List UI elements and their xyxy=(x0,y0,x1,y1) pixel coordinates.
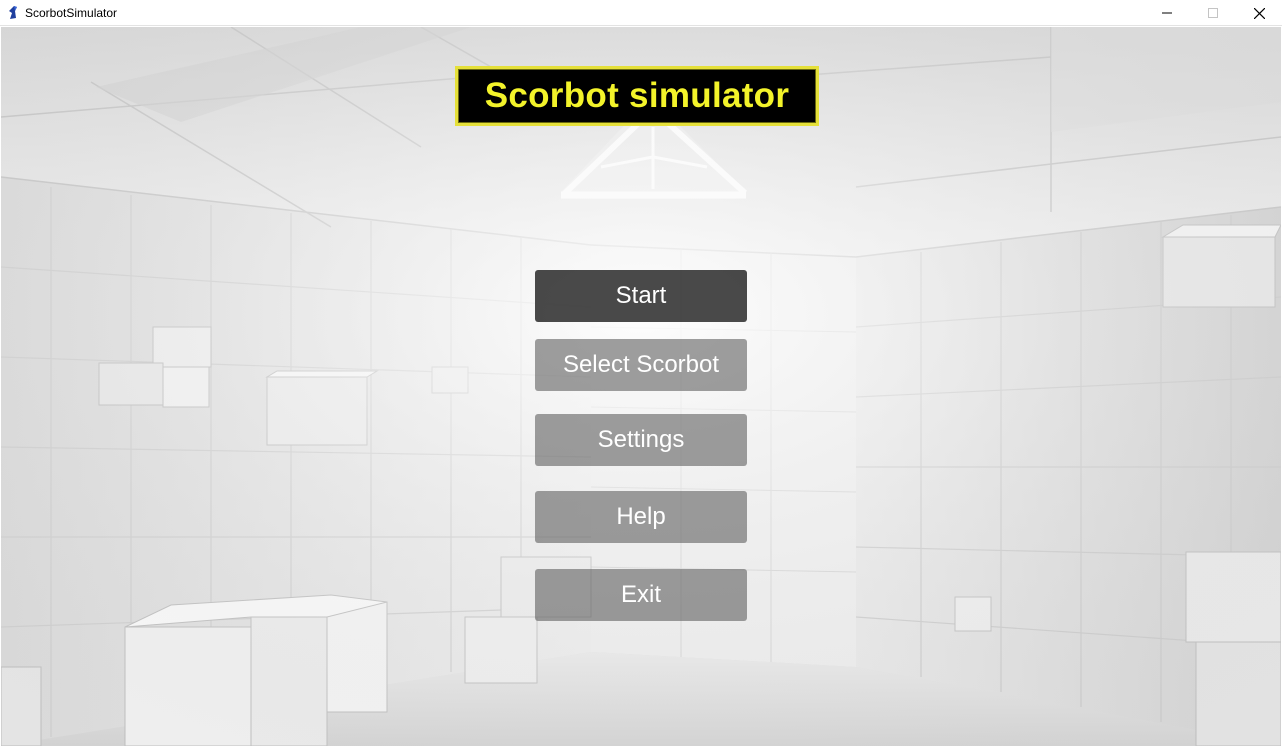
window-title: ScorbotSimulator xyxy=(25,5,118,20)
minimize-icon xyxy=(1162,12,1172,14)
settings-button[interactable]: Settings xyxy=(535,414,747,466)
scorbot-arm-icon[interactable] xyxy=(5,5,21,21)
title-panel: Scorbot simulator xyxy=(455,66,819,126)
window-titlebar: ScorbotSimulator xyxy=(0,0,1282,26)
game-title: Scorbot simulator xyxy=(484,76,790,115)
game-viewport[interactable]: Scorbot simulator Start Select Scorbot S… xyxy=(1,27,1281,746)
minimize-button[interactable] xyxy=(1144,0,1190,26)
close-button[interactable] xyxy=(1236,0,1282,26)
maximize-button[interactable] xyxy=(1190,0,1236,26)
close-icon xyxy=(1253,7,1265,19)
exit-button[interactable]: Exit xyxy=(535,569,747,621)
help-button[interactable]: Help xyxy=(535,491,747,543)
select-scorbot-button[interactable]: Select Scorbot xyxy=(535,339,747,391)
start-button[interactable]: Start xyxy=(535,270,747,322)
maximize-icon xyxy=(1208,8,1218,18)
